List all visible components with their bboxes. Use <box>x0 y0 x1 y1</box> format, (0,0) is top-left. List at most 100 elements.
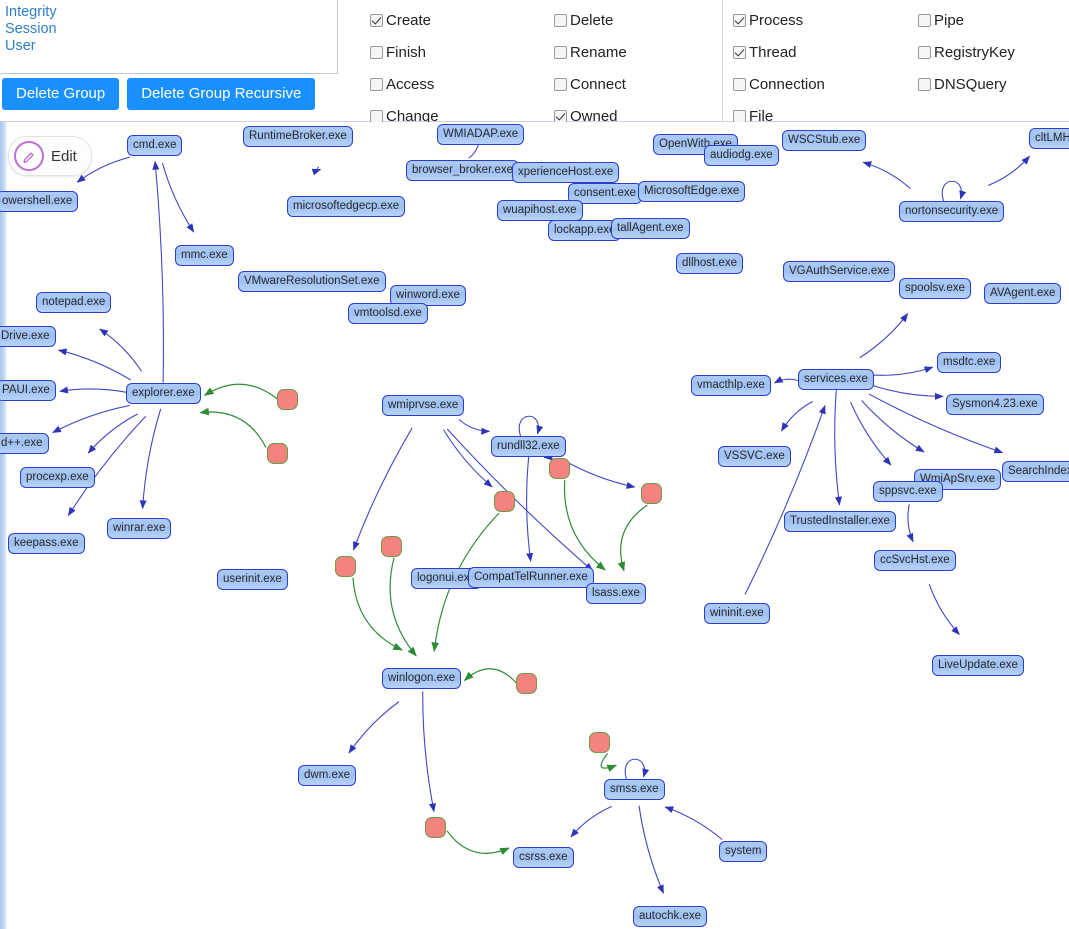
process-node-csrss[interactable]: csrss.exe <box>513 847 574 868</box>
process-node-powershell[interactable]: owershell.exe <box>0 191 79 212</box>
process-node-sysmon[interactable]: Sysmon4.23.exe <box>946 394 1044 415</box>
checkbox-rename[interactable] <box>554 45 567 59</box>
process-node-cmd[interactable]: cmd.exe <box>127 135 183 156</box>
checkbox-label-finish[interactable]: Finish <box>386 44 426 61</box>
checkbox-label-dnsquery[interactable]: DNSQuery <box>934 76 1007 93</box>
checkbox-owned[interactable] <box>554 109 567 123</box>
process-node-procexp[interactable]: procexp.exe <box>20 467 95 488</box>
checkbox-label-connect[interactable]: Connect <box>570 76 626 93</box>
process-node-audiodg[interactable]: audiodg.exe <box>704 145 779 166</box>
filter-row-process[interactable]: Process <box>733 4 908 36</box>
filter-row-access[interactable]: Access <box>370 68 544 100</box>
filter-row-finish[interactable]: Finish <box>370 36 544 68</box>
graph-canvas[interactable]: Edit cmd.exe RuntimeBroker.exe WMIADAP.exe… <box>0 122 1069 929</box>
process-node-pauiexe[interactable]: PAUI.exe <box>0 380 56 401</box>
checkbox-dnsquery[interactable] <box>918 77 931 91</box>
alert-node-alert3[interactable] <box>549 458 570 479</box>
checkbox-change[interactable] <box>370 109 383 123</box>
checkbox-label-process[interactable]: Process <box>749 12 803 29</box>
group-item-session[interactable]: Session <box>0 21 337 37</box>
filter-row-rename[interactable]: Rename <box>554 36 720 68</box>
filter-row-pipe[interactable]: Pipe <box>918 4 1069 36</box>
alert-node-alert6[interactable] <box>381 536 402 557</box>
process-node-explorer[interactable]: explorer.exe <box>126 383 201 404</box>
process-node-compattel[interactable]: CompatTelRunner.exe <box>468 567 594 588</box>
alert-node-alert9[interactable] <box>589 732 610 753</box>
process-node-userinit[interactable]: userinit.exe <box>217 569 288 590</box>
process-node-wmiprvse[interactable]: wmiprvse.exe <box>382 395 465 416</box>
process-node-searchindexer[interactable]: SearchIndexer <box>1002 461 1069 482</box>
process-node-rundll32[interactable]: rundll32.exe <box>491 436 566 457</box>
process-node-system[interactable]: system <box>719 841 768 862</box>
group-item-integrity[interactable]: Integrity <box>0 4 337 20</box>
process-node-spoolsv[interactable]: spoolsv.exe <box>899 278 971 299</box>
filter-row-registrykey[interactable]: RegistryKey <box>918 36 1069 68</box>
group-item-user[interactable]: User <box>0 38 337 54</box>
alert-node-alert8[interactable] <box>516 673 537 694</box>
process-node-nortonsecurity[interactable]: nortonsecurity.exe <box>899 201 1005 222</box>
process-node-winlogon[interactable]: winlogon.exe <box>382 668 462 689</box>
process-node-gdrive[interactable]: Drive.exe <box>0 326 56 347</box>
process-node-keepass[interactable]: keepass.exe <box>8 533 85 554</box>
process-node-mmc[interactable]: mmc.exe <box>175 245 234 266</box>
filter-row-connection[interactable]: Connection <box>733 68 908 100</box>
process-node-runtimebroker[interactable]: RuntimeBroker.exe <box>243 126 353 147</box>
process-node-experiencehost[interactable]: xperienceHost.exe <box>512 162 620 183</box>
process-node-microsoftedgecp[interactable]: microsoftedgecp.exe <box>287 196 406 217</box>
alert-node-alert2[interactable] <box>267 443 288 464</box>
filter-row-connect[interactable]: Connect <box>554 68 720 100</box>
checkbox-label-registrykey[interactable]: RegistryKey <box>934 44 1015 61</box>
filter-row-create[interactable]: Create <box>370 4 544 36</box>
checkbox-process[interactable] <box>733 13 746 27</box>
process-node-ccsvchst[interactable]: ccSvcHst.exe <box>874 550 956 571</box>
checkbox-connect[interactable] <box>554 77 567 91</box>
process-node-wuapihost[interactable]: wuapihost.exe <box>497 200 583 221</box>
process-node-vmtoolsd[interactable]: vmtoolsd.exe <box>348 303 428 324</box>
checkbox-access[interactable] <box>370 77 383 91</box>
alert-node-alert10[interactable] <box>425 817 446 838</box>
alert-node-alert1[interactable] <box>277 389 298 410</box>
checkbox-label-rename[interactable]: Rename <box>570 44 627 61</box>
filter-row-delete[interactable]: Delete <box>554 4 720 36</box>
alert-node-alert4[interactable] <box>641 483 662 504</box>
process-node-smss[interactable]: smss.exe <box>604 779 665 800</box>
process-node-wmiadap[interactable]: WMIADAP.exe <box>437 124 525 145</box>
process-node-notepadpp[interactable]: d++.exe <box>0 433 49 454</box>
filter-row-thread[interactable]: Thread <box>733 36 908 68</box>
process-node-sppsvc[interactable]: sppsvc.exe <box>873 481 943 502</box>
checkbox-registrykey[interactable] <box>918 45 931 59</box>
checkbox-label-access[interactable]: Access <box>386 76 434 93</box>
process-node-vssvc[interactable]: VSSVC.exe <box>718 446 791 467</box>
checkbox-connection[interactable] <box>733 77 746 91</box>
checkbox-finish[interactable] <box>370 45 383 59</box>
process-node-microsoftedge[interactable]: MicrosoftEdge.exe <box>638 181 746 202</box>
edit-button[interactable]: Edit <box>8 136 92 176</box>
alert-node-alert7[interactable] <box>335 556 356 577</box>
process-node-vmacthlp[interactable]: vmacthlp.exe <box>691 375 771 396</box>
process-node-vgauthservice[interactable]: VGAuthService.exe <box>783 261 896 282</box>
process-node-notepad[interactable]: notepad.exe <box>36 292 112 313</box>
filter-row-dnsquery[interactable]: DNSQuery <box>918 68 1069 100</box>
delete-group-recursive-button[interactable]: Delete Group Recursive <box>127 78 316 110</box>
checkbox-label-create[interactable]: Create <box>386 12 431 29</box>
process-node-msdtc[interactable]: msdtc.exe <box>937 352 1002 373</box>
checkbox-thread[interactable] <box>733 45 746 59</box>
alert-node-alert5[interactable] <box>494 491 515 512</box>
delete-group-button[interactable]: Delete Group <box>2 78 120 110</box>
process-node-cltlmh[interactable]: cltLMH. <box>1029 128 1069 149</box>
process-node-autochk[interactable]: autochk.exe <box>633 906 708 927</box>
checkbox-delete[interactable] <box>554 13 567 27</box>
group-list-panel[interactable]: Integrity Session User <box>0 0 338 74</box>
checkbox-label-thread[interactable]: Thread <box>749 44 797 61</box>
checkbox-label-connection[interactable]: Connection <box>749 76 825 93</box>
process-node-vmwareres[interactable]: VMwareResolutionSet.exe <box>238 271 386 292</box>
process-node-installagent[interactable]: tallAgent.exe <box>611 218 690 239</box>
checkbox-label-pipe[interactable]: Pipe <box>934 12 964 29</box>
process-node-dwm[interactable]: dwm.exe <box>298 765 357 786</box>
checkbox-pipe[interactable] <box>918 13 931 27</box>
process-node-wscstub[interactable]: WSCStub.exe <box>782 130 867 151</box>
process-node-winrar[interactable]: winrar.exe <box>107 518 172 539</box>
process-node-avagent[interactable]: AVAgent.exe <box>984 283 1062 304</box>
process-node-trustedinst[interactable]: TrustedInstaller.exe <box>784 511 896 532</box>
process-node-wininit[interactable]: wininit.exe <box>704 603 770 624</box>
